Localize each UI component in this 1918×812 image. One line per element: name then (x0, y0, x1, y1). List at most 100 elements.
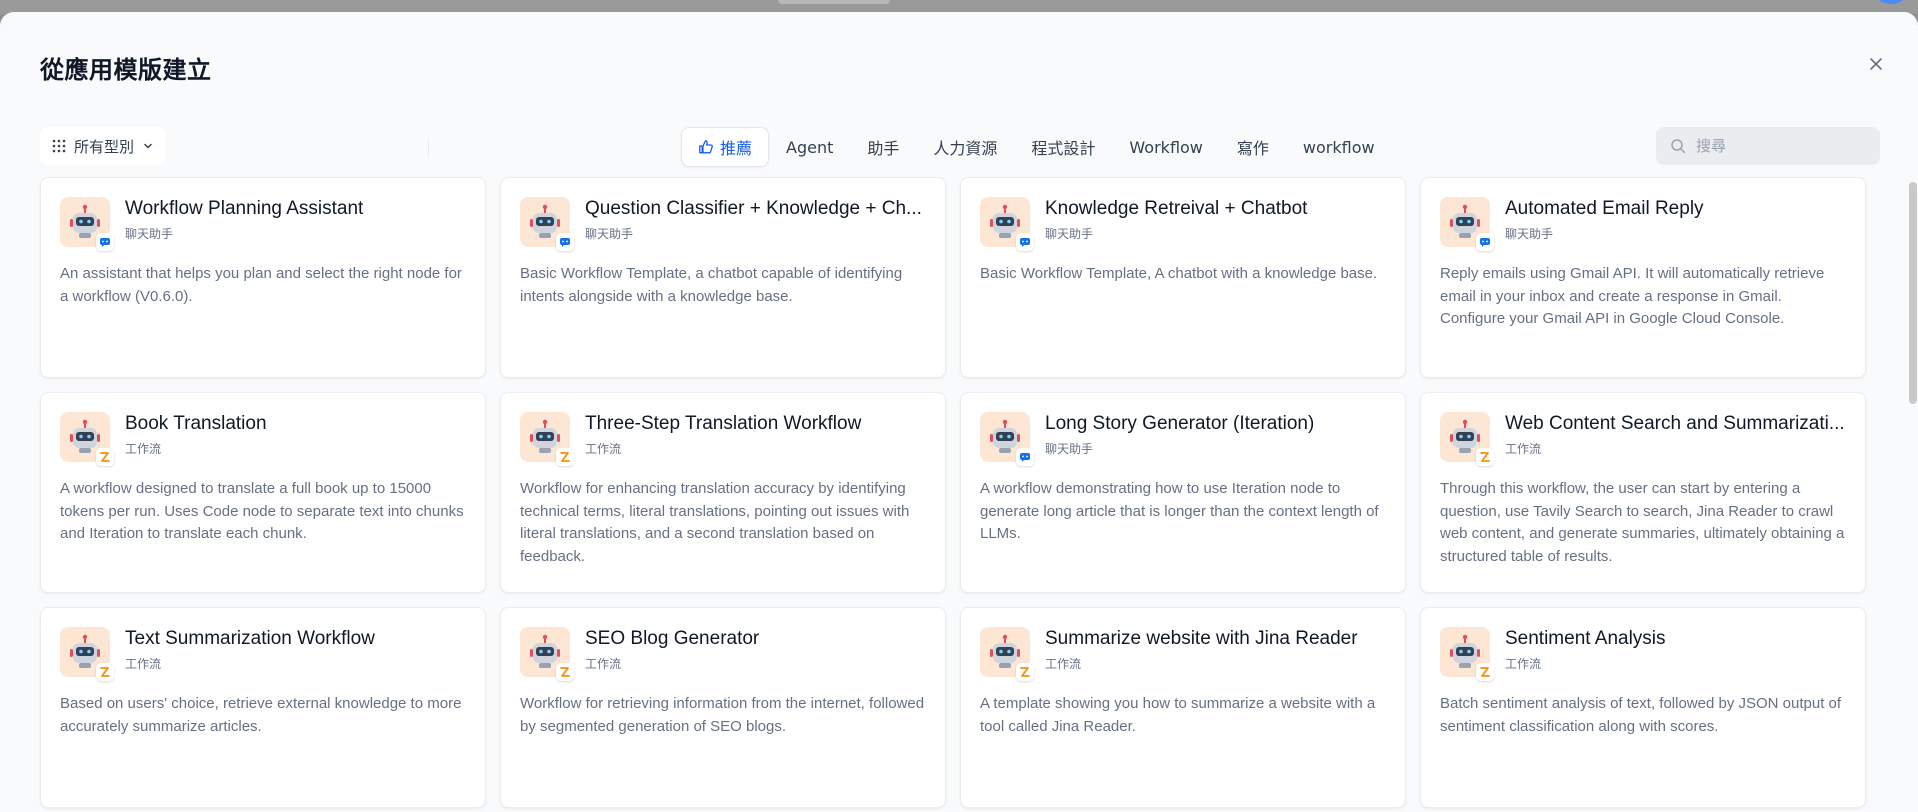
card-type: 聊天助手 (1045, 227, 1094, 241)
workflow-icon (1016, 663, 1034, 681)
tab-agent[interactable]: Agent (769, 127, 850, 167)
card-title: SEO Blog Generator (585, 628, 760, 649)
category-tabs: 推薦 Agent 助手 人力資源 程式設計 Workflow 寫作 workfl… (681, 127, 1392, 167)
card-type: 工作流 (1505, 442, 1542, 456)
tab-writing[interactable]: 寫作 (1220, 127, 1286, 167)
chat-bubble-icon (556, 233, 574, 251)
template-card[interactable]: Three-Step Translation Workflow 工作流 Work… (500, 392, 946, 593)
card-title: Text Summarization Workflow (125, 628, 375, 649)
tab-hr[interactable]: 人力資源 (916, 127, 1014, 167)
type-filter-label: 所有型別 (74, 137, 135, 156)
tab-label: 助手 (867, 139, 900, 158)
toolbar: 所有型別 推薦 Agent 助手 人力資源 程式設計 Workflow 寫作 w… (40, 127, 1880, 167)
card-type: 聊天助手 (125, 227, 174, 241)
grid-dots-icon (52, 139, 66, 153)
tab-recommended[interactable]: 推薦 (681, 127, 770, 167)
card-title: Book Translation (125, 413, 267, 434)
thumbs-up-icon (699, 140, 713, 154)
card-type: 聊天助手 (1045, 442, 1094, 456)
workflow-icon (1476, 448, 1494, 466)
robot-icon (60, 197, 114, 251)
card-title: Long Story Generator (Iteration) (1045, 413, 1315, 434)
card-description: A workflow designed to translate a full … (60, 480, 464, 542)
workflow-icon (1476, 663, 1494, 681)
tab-label: 程式設計 (1031, 139, 1096, 158)
type-filter-dropdown[interactable]: 所有型別 (40, 127, 167, 165)
chevron-down-icon (144, 143, 152, 149)
robot-icon (520, 412, 574, 466)
robot-icon (980, 412, 1034, 466)
toolbar-divider (428, 139, 429, 157)
tab-label: 人力資源 (933, 139, 998, 158)
card-type: 工作流 (585, 442, 622, 456)
template-card[interactable]: Long Story Generator (Iteration) 聊天助手 A … (960, 392, 1406, 593)
chat-bubble-icon (96, 233, 114, 251)
card-type: 工作流 (1505, 657, 1542, 671)
card-type: 聊天助手 (1505, 227, 1554, 241)
card-description: Through this workflow, the user can star… (1440, 480, 1845, 565)
card-description: Basic Workflow Template, a chatbot capab… (520, 265, 903, 305)
template-modal: 從應用模版建立 所有型別 推薦 Agent 助手 人力資源 程式設計 Workf… (0, 12, 1918, 812)
card-description: Workflow for retrieving information from… (520, 695, 925, 735)
template-card[interactable]: Sentiment Analysis 工作流 Batch sentiment a… (1420, 607, 1866, 808)
card-description: Workflow for enhancing translation accur… (520, 480, 910, 565)
template-card[interactable]: Question Classifier + Knowledge + Ch... … (500, 177, 946, 378)
template-card[interactable]: SEO Blog Generator 工作流 Workflow for retr… (500, 607, 946, 808)
card-title: Question Classifier + Knowledge + Ch... (585, 198, 922, 219)
chat-bubble-icon (1016, 233, 1034, 251)
card-type: 工作流 (1045, 657, 1082, 671)
robot-icon (1440, 197, 1494, 251)
chat-bubble-icon (1016, 448, 1034, 466)
card-type: 工作流 (125, 442, 162, 456)
scrollbar-thumb[interactable] (1909, 182, 1917, 404)
tab-workflow-lower[interactable]: workflow (1286, 127, 1392, 167)
template-card[interactable]: Book Translation 工作流 A workflow designed… (40, 392, 486, 593)
template-grid: Workflow Planning Assistant 聊天助手 An assi… (40, 177, 1866, 808)
robot-icon (60, 412, 114, 466)
template-card[interactable]: Knowledge Retreival + Chatbot 聊天助手 Basic… (960, 177, 1406, 378)
tab-label: 寫作 (1236, 139, 1269, 158)
card-description: An assistant that helps you plan and sel… (60, 265, 462, 305)
template-card[interactable]: Summarize website with Jina Reader 工作流 A… (960, 607, 1406, 808)
card-description: Based on users' choice, retrieve externa… (60, 695, 462, 735)
card-description: Basic Workflow Template, A chatbot with … (980, 265, 1378, 282)
template-card[interactable]: Web Content Search and Summarizati... 工作… (1420, 392, 1866, 593)
workflow-icon (96, 663, 114, 681)
card-description: Batch sentiment analysis of text, follow… (1440, 695, 1842, 735)
card-title: Web Content Search and Summarizati... (1505, 413, 1845, 434)
card-title: Workflow Planning Assistant (125, 198, 364, 219)
workflow-icon (556, 448, 574, 466)
tab-workflow[interactable]: Workflow (1112, 127, 1219, 167)
tab-label: 推薦 (720, 139, 753, 158)
close-button[interactable] (1864, 52, 1888, 76)
search-input[interactable] (1694, 136, 1858, 156)
card-description: A workflow demonstrating how to use Iter… (980, 480, 1379, 542)
card-title: Summarize website with Jina Reader (1045, 628, 1358, 649)
robot-icon (1440, 627, 1494, 681)
avatar (1876, 0, 1906, 4)
robot-icon (1440, 412, 1494, 466)
card-title: Three-Step Translation Workflow (585, 413, 862, 434)
workflow-icon (556, 663, 574, 681)
chat-bubble-icon (1476, 233, 1494, 251)
robot-icon (520, 197, 574, 251)
scrollbar[interactable] (1908, 182, 1918, 812)
tab-label: Agent (786, 137, 834, 157)
template-card[interactable]: Automated Email Reply 聊天助手 Reply emails … (1420, 177, 1866, 378)
robot-icon (60, 627, 114, 681)
card-type: 聊天助手 (585, 227, 634, 241)
search-field[interactable] (1656, 127, 1880, 165)
card-description: A template showing you how to summarize … (980, 695, 1376, 735)
close-icon (1870, 58, 1882, 70)
tab-label: workflow (1302, 137, 1375, 157)
template-card[interactable]: Workflow Planning Assistant 聊天助手 An assi… (40, 177, 486, 378)
card-description: Reply emails using Gmail API. It will au… (1440, 265, 1825, 327)
template-card[interactable]: Text Summarization Workflow 工作流 Based on… (40, 607, 486, 808)
card-type: 工作流 (585, 657, 622, 671)
tab-programming[interactable]: 程式設計 (1014, 127, 1112, 167)
tab-assistant[interactable]: 助手 (850, 127, 916, 167)
robot-icon (980, 627, 1034, 681)
card-title: Automated Email Reply (1505, 198, 1704, 219)
card-title: Sentiment Analysis (1505, 628, 1666, 649)
tab-label: Workflow (1129, 137, 1203, 157)
